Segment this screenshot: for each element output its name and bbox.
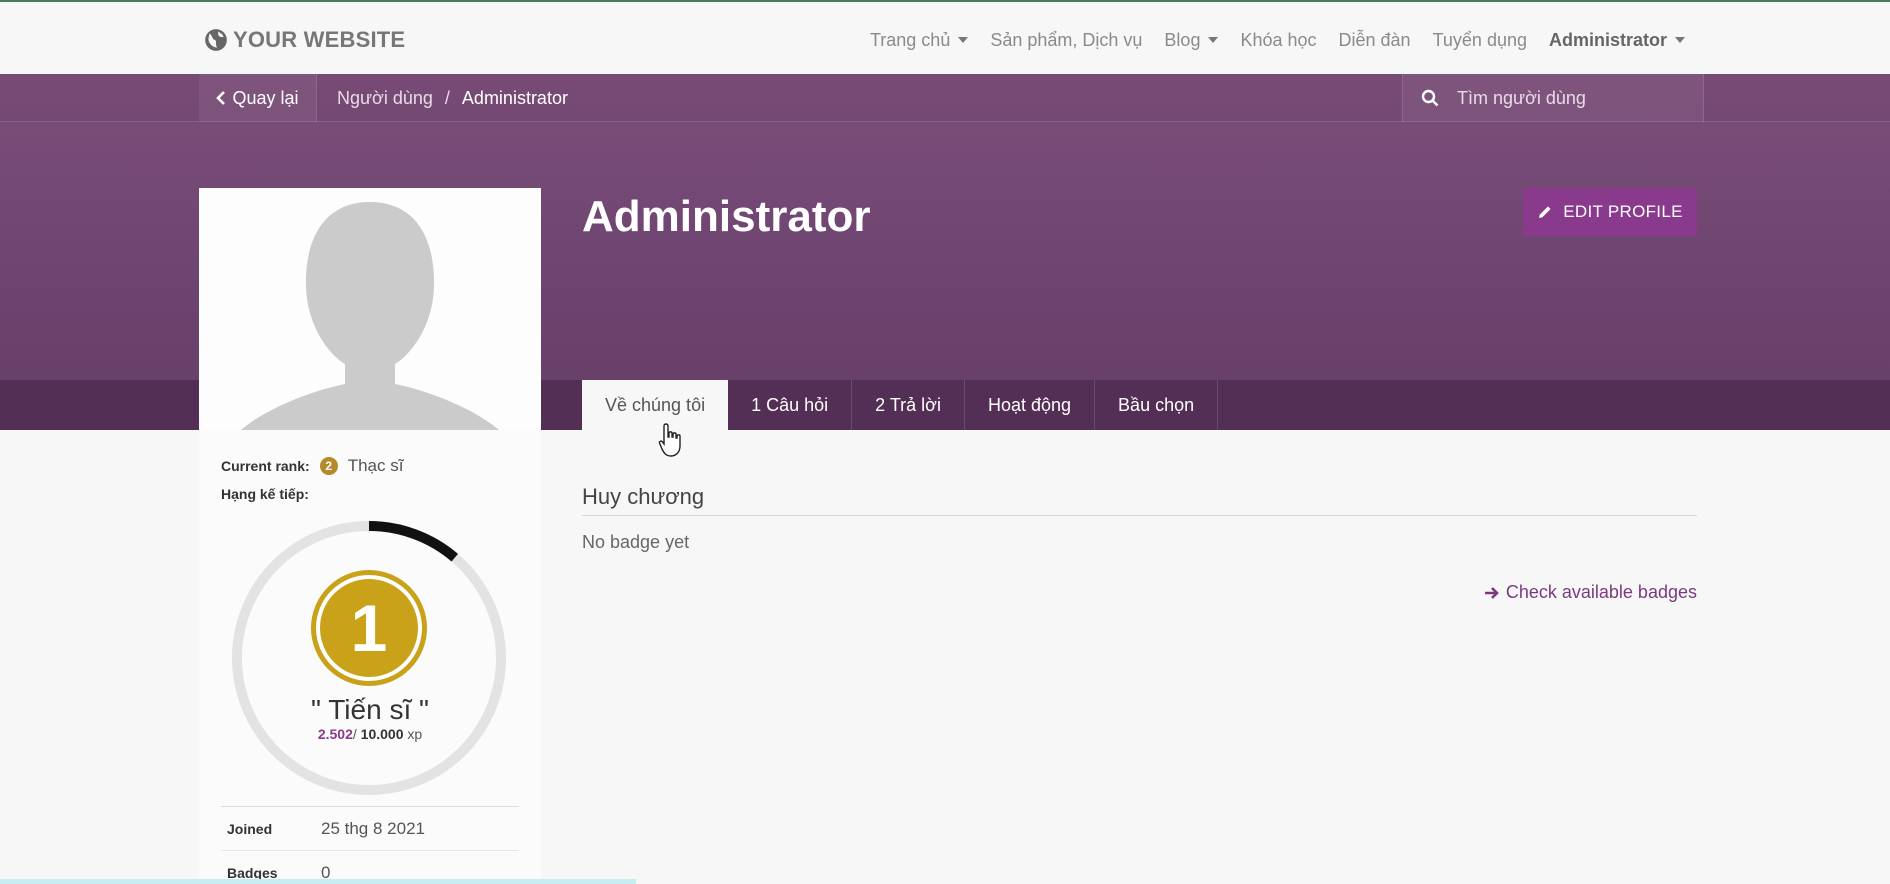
user-silhouette-icon xyxy=(241,202,499,430)
breadcrumb-separator: / xyxy=(444,87,450,108)
next-rank-number: 1 xyxy=(351,591,388,665)
current-rank-label: Current rank: xyxy=(221,458,310,474)
current-rank: Current rank: 2 Thạc sĩ xyxy=(221,456,403,476)
next-rank-name: " Tiến sĩ " xyxy=(311,694,429,725)
search-input[interactable] xyxy=(1457,87,1677,109)
nav-item-jobs[interactable]: Tuyển dụng xyxy=(1433,30,1527,51)
rank-progress-ring: 1 xyxy=(232,521,506,795)
joined-value: 25 thg 8 2021 xyxy=(321,818,425,838)
profile-card: Current rank: 2 Thạc sĩ Hạng kế tiếp: 1 … xyxy=(199,188,541,884)
tab-questions[interactable]: 1 Câu hỏi xyxy=(728,380,853,430)
nav-item-courses[interactable]: Khóa học xyxy=(1240,30,1316,51)
arrow-right-icon xyxy=(1484,586,1499,599)
tab-about[interactable]: Về chúng tôi xyxy=(582,380,729,430)
breadcrumb: Người dùng / Administrator xyxy=(337,74,568,122)
loading-strip xyxy=(0,879,636,884)
check-badges-link[interactable]: Check available badges xyxy=(1484,582,1697,603)
nav-item-label: Khóa học xyxy=(1240,29,1317,50)
breadcrumb-users[interactable]: Người dùng xyxy=(337,88,433,109)
tab-answers[interactable]: 2 Trả lời xyxy=(852,380,965,430)
nav-item-forum[interactable]: Diễn đàn xyxy=(1339,30,1411,51)
user-search xyxy=(1402,74,1704,122)
hand-cursor-icon xyxy=(658,423,681,457)
joined-label: Joined xyxy=(227,820,273,837)
nav-item-home[interactable]: Trang chủ xyxy=(869,29,969,51)
next-rank-label: Hạng kế tiếp: xyxy=(221,486,309,502)
xp-unit: xp xyxy=(407,726,423,742)
avatar xyxy=(199,188,541,430)
xp-current: 2.502 xyxy=(317,726,353,742)
globe-icon xyxy=(205,29,227,51)
nav-item-label: Blog xyxy=(1164,29,1201,50)
nav-item-label: Diễn đàn xyxy=(1338,29,1411,50)
caret-down-icon xyxy=(958,37,969,43)
tab-activity[interactable]: Hoạt động xyxy=(965,380,1096,430)
chevron-left-icon xyxy=(216,91,226,105)
nav-item-blog[interactable]: Blog xyxy=(1164,29,1219,51)
profile-name: Administrator xyxy=(582,192,871,241)
section-divider xyxy=(582,515,1697,516)
caret-down-icon xyxy=(1675,37,1685,43)
xp-total: 10.000 xyxy=(360,726,404,742)
caret-down-icon xyxy=(1208,37,1219,43)
nav-item-products[interactable]: Sản phẩm, Dịch vụ xyxy=(990,30,1142,51)
nav-user-menu[interactable]: Administrator xyxy=(1549,30,1685,51)
no-badge-text: No badge yet xyxy=(582,532,690,552)
breadcrumb-current: Administrator xyxy=(461,87,568,108)
brand-logo[interactable]: YOUR WEBSITE xyxy=(203,26,405,54)
check-badges-label: Check available badges xyxy=(1505,582,1697,602)
nav-menu: Trang chủ Sản phẩm, Dịch vụ Blog Khóa họ… xyxy=(870,26,1685,54)
current-rank-value[interactable]: Thạc sĩ xyxy=(348,456,404,476)
edit-profile-button[interactable]: EDIT PROFILE xyxy=(1523,188,1697,236)
profile-info-table: Joined 25 thg 8 2021 Badges 0 xyxy=(221,806,519,884)
sub-navbar: Quay lại Người dùng / Administrator xyxy=(0,74,1890,122)
brand-text: YOUR WEBSITE xyxy=(233,27,406,52)
nav-item-label: Trang chủ xyxy=(869,29,951,50)
edit-profile-label: EDIT PROFILE xyxy=(1563,202,1683,221)
top-navbar: YOUR WEBSITE Trang chủ Sản phẩm, Dịch vụ… xyxy=(0,0,1890,74)
badges-section-title: Huy chương xyxy=(582,484,705,509)
table-row: Joined 25 thg 8 2021 xyxy=(221,807,519,851)
pencil-icon xyxy=(1539,206,1551,218)
nav-item-label: Tuyển dụng xyxy=(1432,29,1527,50)
xp-separator: / xyxy=(352,726,357,742)
nav-user-label: Administrator xyxy=(1548,29,1667,50)
back-label: Quay lại xyxy=(232,87,299,108)
tab-votes[interactable]: Bầu chọn xyxy=(1095,380,1219,430)
nav-item-label: Sản phẩm, Dịch vụ xyxy=(990,29,1143,50)
xp-progress: 2.502/ 10.000 xp xyxy=(199,726,541,742)
back-button[interactable]: Quay lại xyxy=(199,74,317,122)
rank-badge-icon: 2 xyxy=(319,457,338,475)
search-icon[interactable] xyxy=(1421,89,1439,107)
